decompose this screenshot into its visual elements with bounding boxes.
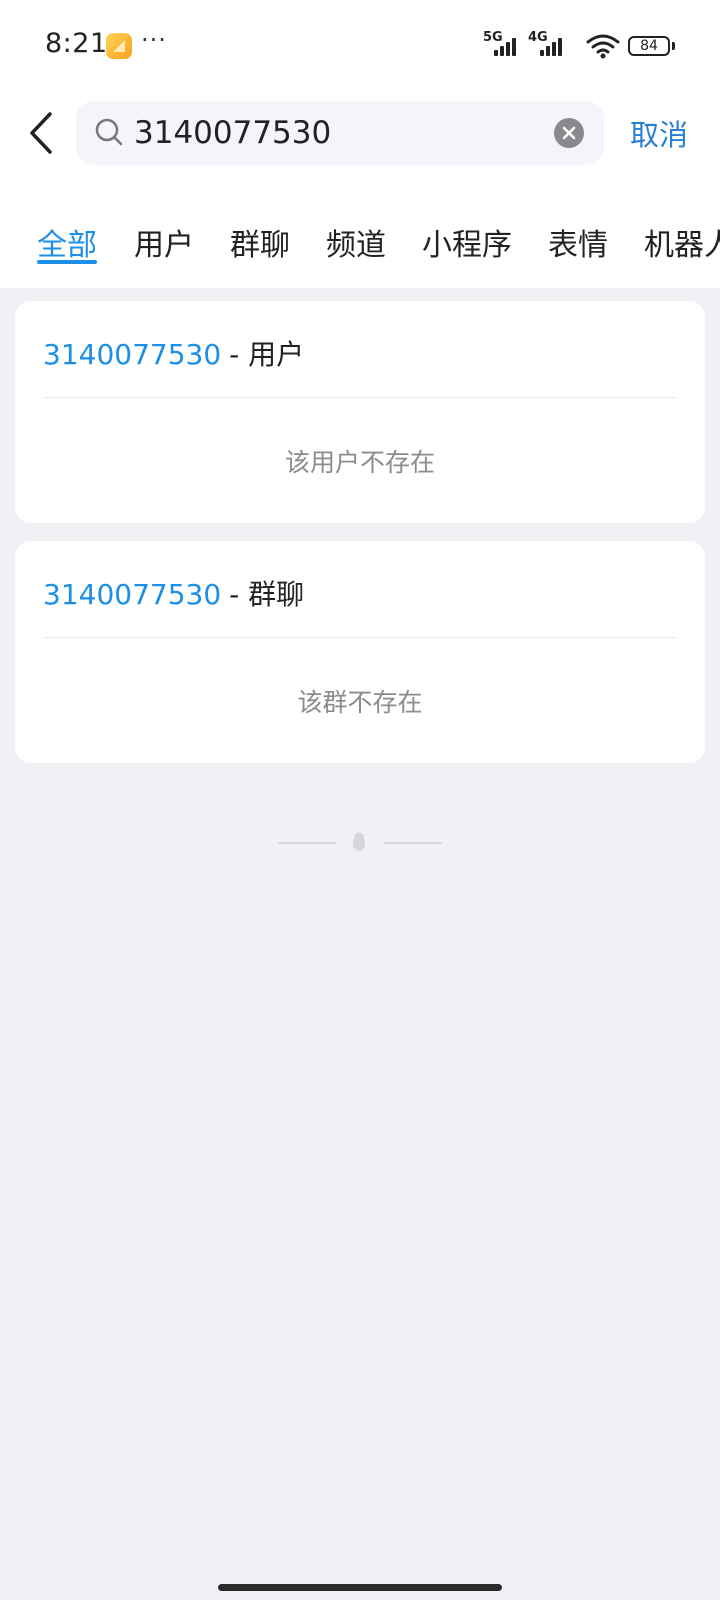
tab-users[interactable]: 用户 (134, 220, 194, 264)
wifi-icon (586, 34, 620, 59)
status-time: 8:21 (45, 28, 108, 59)
tab-stickers[interactable]: 表情 (548, 220, 608, 264)
divider (43, 397, 677, 398)
category-tabs: 全部 用户 群聊 频道 小程序 表情 机器人 (0, 210, 720, 270)
search-input[interactable] (134, 109, 524, 157)
more-notifications-icon: ··· (141, 26, 167, 54)
footer-line-left (278, 842, 336, 844)
tab-channels[interactable]: 频道 (326, 220, 386, 264)
group-result-card[interactable]: 3140077530- 群聊 该群不存在 (15, 541, 705, 763)
clear-button[interactable] (554, 118, 584, 148)
battery-tip (672, 42, 675, 50)
signal-4g-icon (540, 36, 570, 56)
result-type: - 用户 (229, 338, 305, 371)
penguin-icon (353, 832, 365, 851)
search-box[interactable] (76, 101, 604, 165)
result-type: - 群聊 (229, 578, 305, 611)
battery-indicator: 84 (628, 36, 670, 56)
group-not-found-text: 该群不存在 (297, 688, 423, 717)
back-button[interactable] (22, 108, 62, 158)
divider (43, 637, 677, 638)
cancel-button[interactable]: 取消 (630, 112, 688, 154)
tab-bots[interactable]: 机器人 (644, 220, 720, 264)
clear-icon (562, 126, 576, 140)
user-not-found-text: 该用户不存在 (284, 448, 435, 477)
end-of-list-mark (278, 832, 442, 854)
status-bar: 8:21 ··· 5G 4G 84 (0, 0, 720, 92)
signal-5g-icon (494, 36, 524, 56)
footer-line-right (384, 842, 442, 844)
group-result-title: 3140077530- 群聊 (43, 573, 304, 613)
user-result-title: 3140077530- 用户 (43, 333, 304, 373)
home-indicator[interactable] (218, 1584, 502, 1591)
search-icon (95, 118, 123, 146)
tab-all[interactable]: 全部 (37, 220, 97, 264)
tab-mini-programs[interactable]: 小程序 (422, 220, 512, 264)
notes-app-icon (106, 33, 132, 59)
active-tab-indicator (37, 260, 97, 264)
result-id: 3140077530 (43, 338, 222, 371)
result-id: 3140077530 (43, 578, 222, 611)
user-result-card[interactable]: 3140077530- 用户 该用户不存在 (15, 301, 705, 523)
tab-groups[interactable]: 群聊 (230, 220, 290, 264)
